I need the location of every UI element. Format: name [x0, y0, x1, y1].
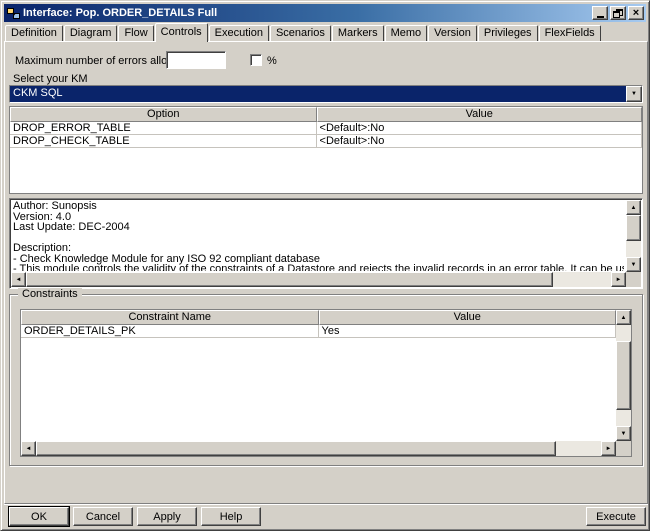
scroll-right-icon: ►	[605, 445, 612, 452]
constraints-group-label: Constraints	[18, 288, 82, 300]
titlebar[interactable]: Interface: Pop. ORDER_DETAILS Full ×	[4, 4, 646, 22]
close-button[interactable]: ×	[628, 6, 644, 20]
option-name-cell: DROP_ERROR_TABLE	[10, 122, 317, 135]
scroll-down-icon: ▼	[630, 261, 637, 268]
constraints-header-name[interactable]: Constraint Name	[21, 310, 319, 325]
km-combobox[interactable]: CKM SQL ▼	[9, 85, 643, 103]
tab-diagram[interactable]: Diagram	[63, 25, 118, 41]
scrollbar-track[interactable]	[26, 272, 611, 287]
scroll-up-button[interactable]: ▲	[626, 200, 641, 215]
minimize-button[interactable]	[592, 6, 608, 20]
tab-scenarios[interactable]: Scenarios	[269, 25, 331, 41]
constraints-grid: Constraint Name Value ORDER_DETAILS_PK Y…	[21, 310, 616, 441]
scrollbar-thumb[interactable]	[36, 441, 556, 456]
description-line	[13, 233, 624, 244]
execute-button[interactable]: Execute	[586, 507, 646, 526]
tab-flexfields[interactable]: FlexFields	[538, 25, 601, 41]
description-line: Description:	[13, 242, 72, 254]
option-value-cell[interactable]: <Default>:No	[316, 135, 642, 148]
option-name-cell: DROP_CHECK_TABLE	[10, 135, 317, 148]
constraints-group: Constraints Constraint Name Value ORDER_…	[9, 288, 643, 466]
ok-button[interactable]: OK	[9, 507, 69, 526]
restore-button[interactable]	[610, 6, 626, 20]
km-label: Select your KM	[13, 73, 88, 85]
constraints-table-header: Constraint Name Value	[21, 310, 616, 325]
tab-controls[interactable]: Controls	[154, 23, 208, 42]
table-row[interactable]: DROP_CHECK_TABLE <Default>:No	[10, 135, 642, 148]
constraint-name-cell: ORDER_DETAILS_PK	[21, 325, 319, 338]
interface-dialog-window: Interface: Pop. ORDER_DETAILS Full × Def…	[0, 0, 650, 531]
scrollbar-track[interactable]	[616, 325, 631, 426]
tab-markers[interactable]: Markers	[331, 25, 384, 41]
max-errors-label: Maximum number of errors allowed	[15, 55, 188, 67]
constraint-value-cell[interactable]: Yes	[318, 325, 616, 338]
scroll-left-icon: ◄	[25, 445, 32, 452]
km-options-table: Option Value DROP_ERROR_TABLE <Default>:…	[9, 106, 643, 194]
window-controls: ×	[592, 6, 644, 20]
scroll-down-icon: ▼	[620, 430, 627, 437]
scrollbar-corner	[626, 272, 641, 287]
scroll-right-button[interactable]: ►	[601, 441, 616, 456]
interface-icon	[6, 7, 20, 19]
chevron-down-icon: ▼	[631, 91, 637, 97]
scrollbar-track[interactable]	[36, 441, 601, 456]
apply-button[interactable]: Apply	[137, 507, 197, 526]
table-row[interactable]: DROP_ERROR_TABLE <Default>:No	[10, 122, 642, 135]
percent-checkbox[interactable]	[250, 54, 262, 66]
cancel-button[interactable]: Cancel	[73, 507, 133, 526]
scroll-left-button[interactable]: ◄	[11, 272, 26, 287]
scroll-right-icon: ►	[615, 276, 622, 283]
km-description-text: Author: Sunopsis Version: 4.0 Last Updat…	[13, 201, 624, 271]
tab-flow[interactable]: Flow	[118, 25, 154, 41]
minimize-icon	[596, 15, 604, 18]
percent-label: %	[267, 55, 277, 67]
scrollbar-corner	[616, 441, 631, 456]
constraints-table: Constraint Name Value ORDER_DETAILS_PK Y…	[20, 309, 632, 457]
scroll-left-icon: ◄	[15, 276, 22, 283]
scroll-left-button[interactable]: ◄	[21, 441, 36, 456]
km-selected-value: CKM SQL	[10, 86, 626, 102]
description-line: Author: Sunopsis	[13, 201, 97, 212]
constraints-horizontal-scrollbar[interactable]: ◄ ►	[21, 441, 616, 456]
option-value-cell[interactable]: <Default>:No	[316, 122, 642, 135]
km-description-box: Author: Sunopsis Version: 4.0 Last Updat…	[9, 198, 643, 289]
scrollbar-thumb[interactable]	[626, 215, 641, 241]
km-dropdown-button[interactable]: ▼	[626, 86, 642, 102]
help-button[interactable]: Help	[201, 507, 261, 526]
scroll-up-icon: ▲	[630, 204, 637, 211]
scroll-down-button[interactable]: ▼	[616, 426, 631, 441]
scrollbar-track[interactable]	[626, 215, 641, 257]
controls-tab-panel: Maximum number of errors allowed % Selec…	[4, 41, 648, 504]
tab-privileges[interactable]: Privileges	[477, 25, 538, 41]
table-row[interactable]: ORDER_DETAILS_PK Yes	[21, 325, 616, 338]
options-table-header: Option Value	[10, 107, 642, 122]
constraints-vertical-scrollbar[interactable]: ▲ ▼	[616, 310, 631, 441]
restore-icon	[613, 8, 623, 18]
description-horizontal-scrollbar[interactable]: ◄ ►	[11, 272, 626, 287]
tab-definition[interactable]: Definition	[5, 25, 63, 41]
max-errors-input[interactable]	[166, 51, 226, 69]
constraints-header-value[interactable]: Value	[318, 310, 616, 325]
close-icon: ×	[632, 6, 640, 19]
window-title: Interface: Pop. ORDER_DETAILS Full	[23, 7, 218, 19]
scroll-right-button[interactable]: ►	[611, 272, 626, 287]
scroll-down-button[interactable]: ▼	[626, 257, 641, 272]
options-header-option[interactable]: Option	[10, 107, 317, 122]
description-line: Last Update: DEC-2004	[13, 221, 130, 233]
description-line: - This module controls the validity of t…	[13, 263, 624, 271]
tab-version[interactable]: Version	[428, 25, 477, 41]
options-header-value[interactable]: Value	[316, 107, 642, 122]
tab-execution[interactable]: Execution	[208, 25, 269, 41]
scroll-up-icon: ▲	[620, 314, 627, 321]
tab-memo[interactable]: Memo	[384, 25, 428, 41]
scroll-up-button[interactable]: ▲	[616, 310, 631, 325]
tab-bar: Definition Diagram Flow Controls Executi…	[5, 23, 645, 42]
scrollbar-thumb[interactable]	[26, 272, 553, 287]
window-icon[interactable]	[6, 6, 20, 20]
description-vertical-scrollbar[interactable]: ▲ ▼	[626, 200, 641, 272]
scrollbar-thumb[interactable]	[616, 341, 631, 410]
